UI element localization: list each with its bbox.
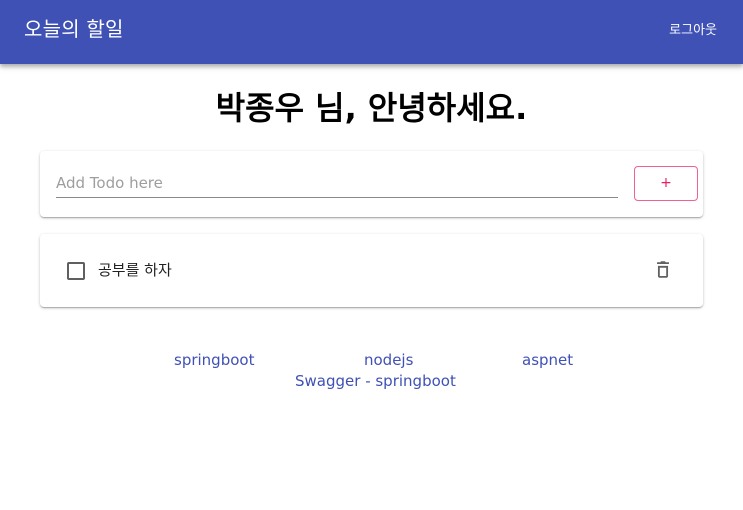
- todo-item-title: 공부를 하자: [98, 261, 172, 279]
- footer-link-swagger-springboot[interactable]: Swagger - springboot: [295, 371, 456, 391]
- todo-list-item: 공부를 하자: [40, 234, 703, 307]
- footer-link-aspnet[interactable]: aspnet: [522, 350, 573, 370]
- checkbox-unchecked-icon[interactable]: [67, 262, 85, 280]
- add-todo-card: +: [40, 151, 703, 217]
- greeting-heading: 박종우 님, 안녕하세요.: [215, 89, 528, 127]
- footer-link-nodejs[interactable]: nodejs: [364, 350, 413, 370]
- logout-button[interactable]: 로그아웃: [669, 22, 717, 40]
- footer-link-springboot[interactable]: springboot: [174, 350, 254, 370]
- add-todo-input[interactable]: [56, 169, 618, 198]
- app-bar: 오늘의 할일 로그아웃: [0, 0, 743, 64]
- trash-icon[interactable]: [652, 259, 674, 281]
- app-title: 오늘의 할일: [24, 17, 124, 41]
- add-todo-button[interactable]: +: [634, 166, 698, 201]
